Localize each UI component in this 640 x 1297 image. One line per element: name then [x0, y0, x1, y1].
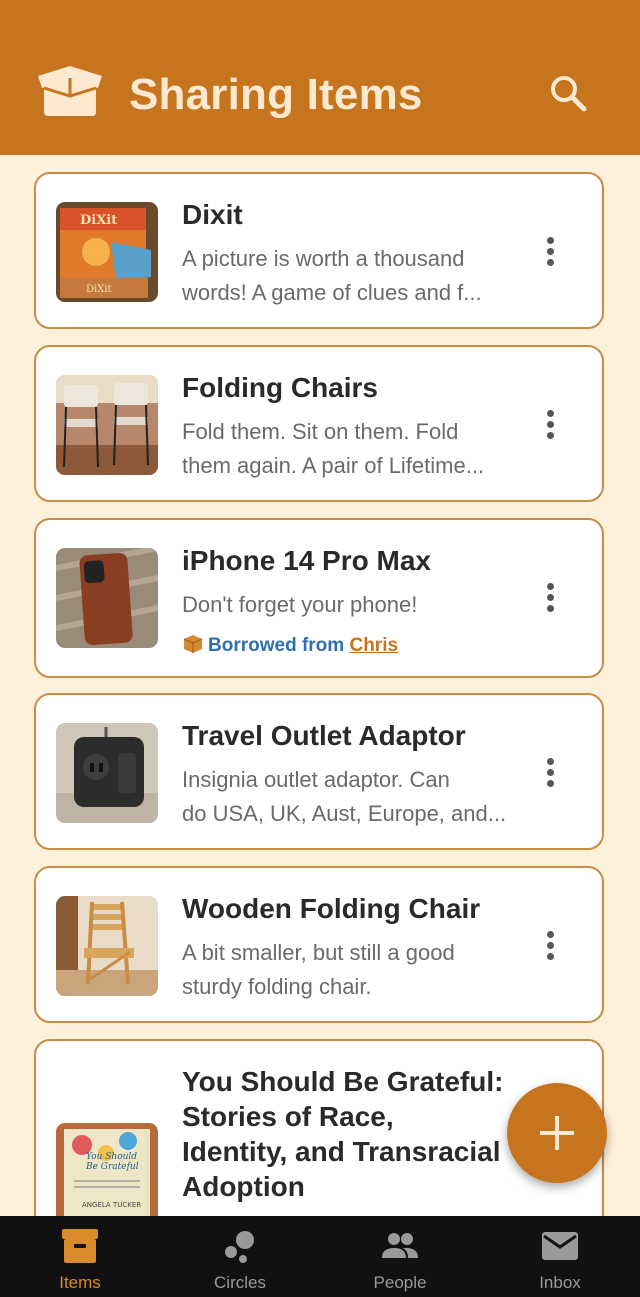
more-options-icon[interactable]: [540, 583, 560, 619]
item-description-line: Insignia outlet adaptor. Can: [182, 767, 450, 792]
nav-label: Items: [59, 1273, 101, 1292]
more-options-icon[interactable]: [540, 931, 560, 967]
item-name: Dixit: [182, 199, 243, 230]
app-title: Sharing Items: [129, 70, 423, 119]
nav-tab-items[interactable]: Items: [0, 1216, 160, 1297]
book-cover-image: You Should Be Grateful ANGELA TUCKER: [56, 1123, 158, 1216]
nav-tab-inbox[interactable]: Inbox: [480, 1216, 640, 1297]
item-thumbnail: [56, 375, 158, 475]
more-options-icon[interactable]: [540, 410, 560, 446]
search-icon[interactable]: [548, 73, 588, 113]
nav-tab-people[interactable]: People: [320, 1216, 480, 1297]
item-description-line: them again. A pair of Lifetime...: [182, 453, 485, 478]
item-name-line: Adoption: [182, 1171, 305, 1202]
item-thumbnail: [56, 723, 158, 823]
item-thumbnail: [56, 548, 158, 648]
item-name-line: Identity, and Transracial: [182, 1136, 501, 1167]
item-card-iphone[interactable]: iPhone 14 Pro Max Don't forget your phon…: [34, 518, 604, 678]
item-name-line: You Should Be Grateful:: [182, 1066, 504, 1097]
iphone-image: [56, 548, 158, 648]
adaptor-image: [56, 723, 158, 823]
svg-text:Be Grateful: Be Grateful: [85, 1162, 139, 1172]
item-thumbnail: DiXit DiXit: [56, 202, 158, 302]
item-thumbnail: You Should Be Grateful ANGELA TUCKER: [56, 1123, 158, 1216]
package-icon: [183, 635, 203, 653]
item-card-dixit[interactable]: DiXit DiXit Dixit A picture is worth a t…: [34, 172, 604, 329]
borrowed-status: Borrowed from Chris: [182, 634, 398, 658]
borrowed-label: Borrowed from: [208, 635, 345, 656]
app-bar: Sharing Items: [0, 0, 640, 155]
item-description-line: do USA, UK, Aust, Europe, and...: [182, 801, 507, 826]
item-description-line: words! A game of clues and f...: [182, 280, 482, 305]
svg-text:You Should: You Should: [86, 1152, 137, 1162]
item-description-line: sturdy folding chair.: [182, 974, 372, 999]
item-name-line: Stories of Race,: [182, 1101, 394, 1132]
item-name: iPhone 14 Pro Max: [182, 545, 431, 576]
nav-label: Circles: [214, 1273, 266, 1292]
item-name: Travel Outlet Adaptor: [182, 720, 466, 751]
item-thumbnail: [56, 896, 158, 996]
more-options-icon[interactable]: [540, 758, 560, 794]
wooden-chair-image: [56, 896, 158, 996]
add-item-button[interactable]: [507, 1083, 607, 1183]
folding-chairs-image: [56, 375, 158, 475]
nav-label: People: [373, 1273, 427, 1292]
circles-icon: [225, 1231, 254, 1263]
nav-tab-circles[interactable]: Circles: [160, 1216, 320, 1297]
mail-icon: [542, 1232, 578, 1260]
svg-text:ANGELA TUCKER: ANGELA TUCKER: [82, 1201, 141, 1209]
item-description-line: Don't forget your phone!: [182, 592, 418, 617]
more-options-icon[interactable]: [540, 237, 560, 273]
item-card-wooden-chair[interactable]: Wooden Folding Chair A bit smaller, but …: [34, 866, 604, 1023]
item-card-travel-adaptor[interactable]: Travel Outlet Adaptor Insignia outlet ad…: [34, 693, 604, 850]
item-name: Wooden Folding Chair: [182, 893, 481, 924]
item-list[interactable]: DiXit DiXit Dixit A picture is worth a t…: [0, 155, 640, 1216]
item-name: Folding Chairs: [182, 372, 378, 403]
people-icon: [382, 1233, 418, 1258]
open-box-icon: [38, 66, 102, 116]
bottom-navigation: Items Circles People Inbox: [0, 1216, 640, 1297]
dixit-box-image: DiXit DiXit: [56, 202, 158, 302]
item-description-line: A bit smaller, but still a good: [182, 940, 455, 965]
item-card-folding-chairs[interactable]: Folding Chairs Fold them. Sit on them. F…: [34, 345, 604, 502]
owner-link[interactable]: Chris: [349, 635, 398, 656]
nav-label: Inbox: [539, 1273, 581, 1292]
svg-text:DiXit: DiXit: [80, 213, 117, 228]
archive-icon: [62, 1229, 98, 1263]
svg-text:DiXit: DiXit: [86, 284, 112, 295]
item-description-line: Fold them. Sit on them. Fold: [182, 419, 459, 444]
item-description-line: A picture is worth a thousand: [182, 246, 465, 271]
